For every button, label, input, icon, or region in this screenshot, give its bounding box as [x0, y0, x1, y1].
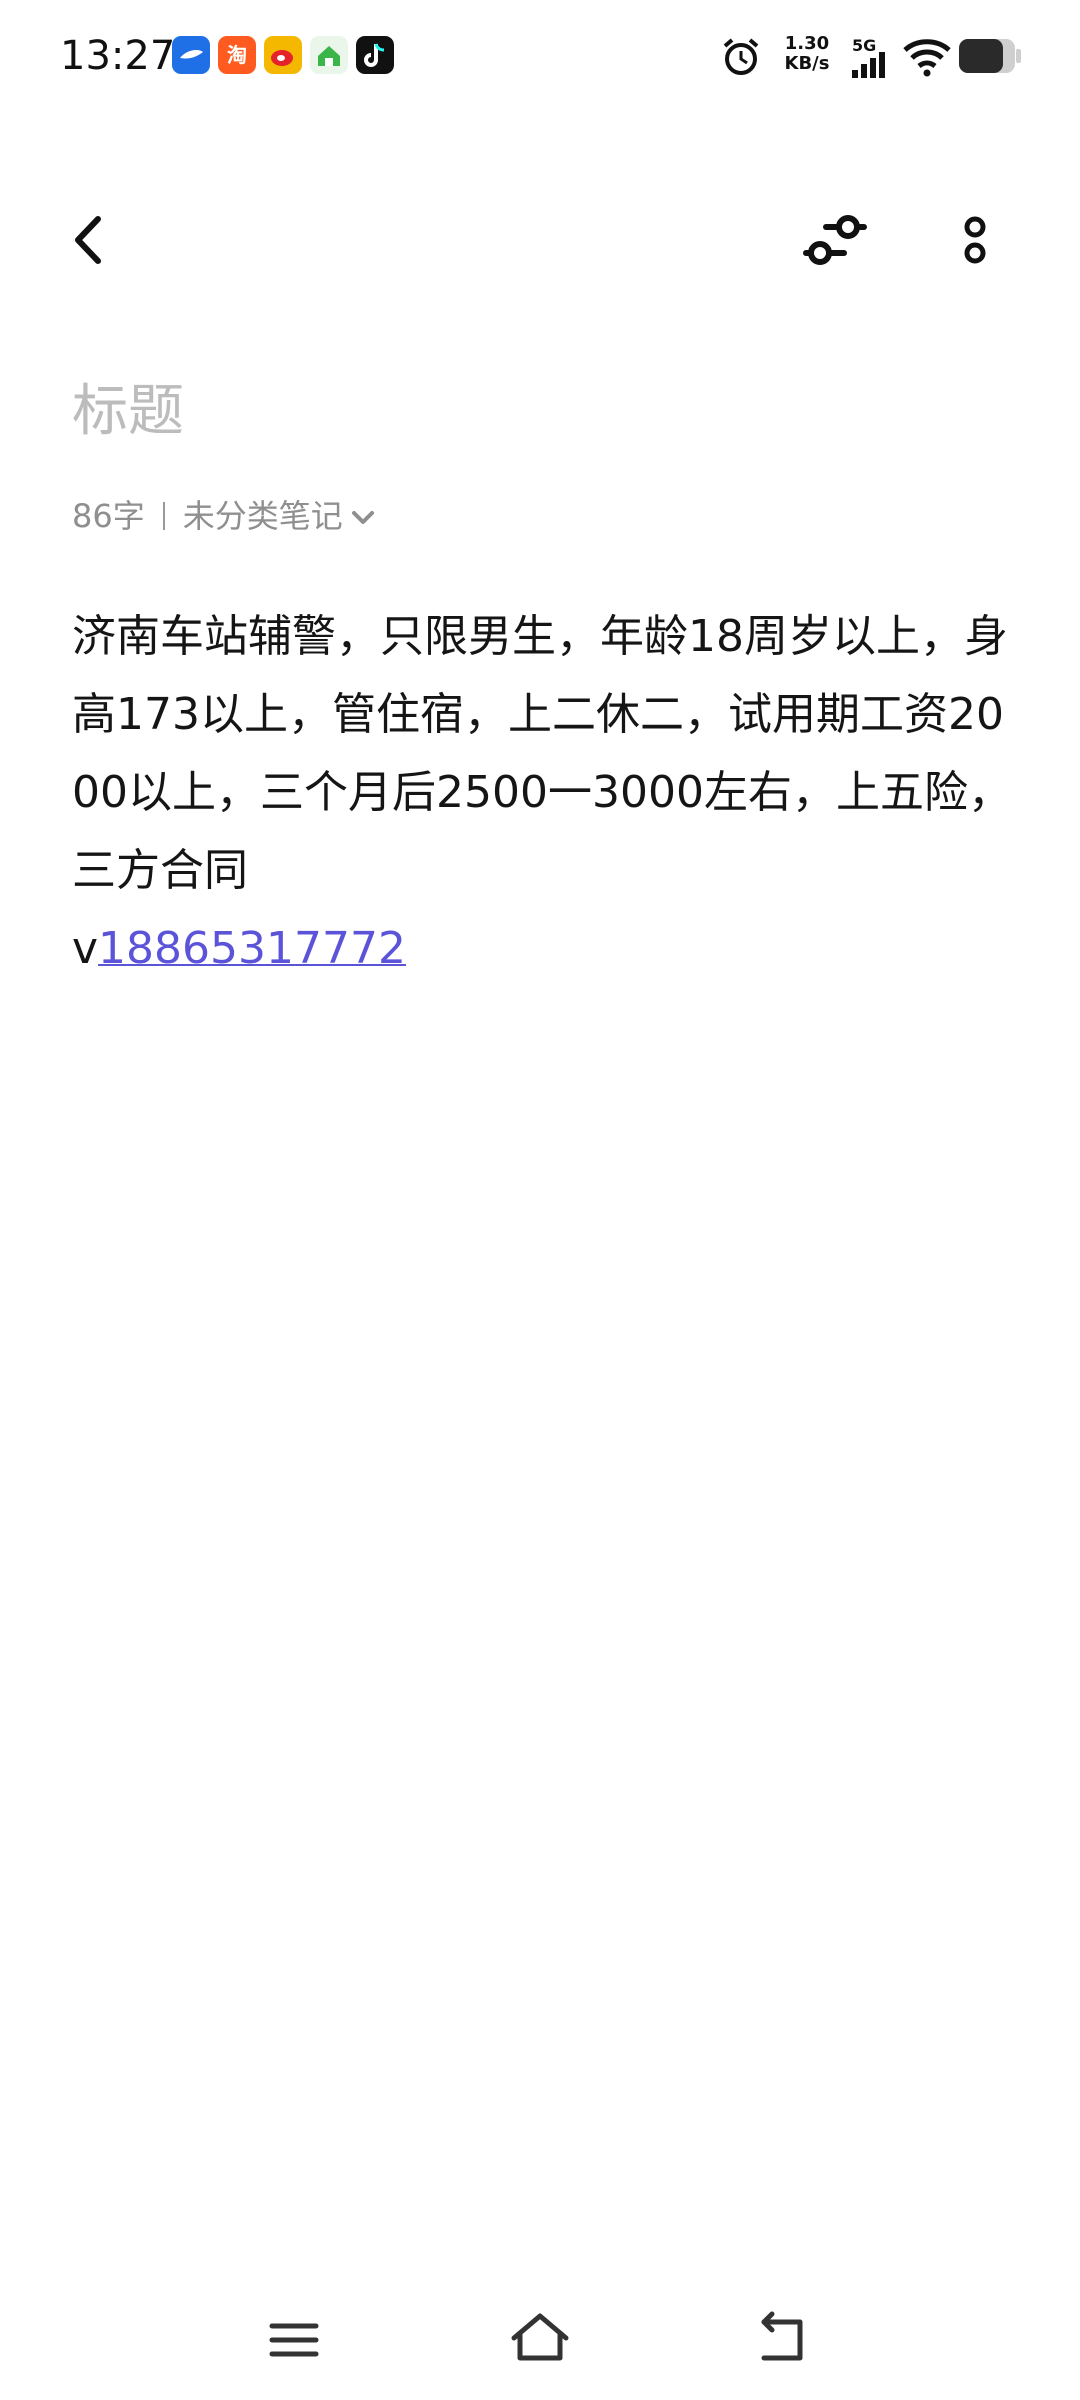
- network-speed-value: 1.30: [784, 33, 830, 54]
- weibo-icon: [264, 36, 302, 74]
- network-speed: 1.30 KB/s: [772, 34, 842, 74]
- phone-number-link[interactable]: 18865317772: [98, 923, 406, 974]
- tiktok-icon: [356, 36, 394, 74]
- home-app-icon: [310, 36, 348, 74]
- home-button[interactable]: [500, 2300, 580, 2380]
- more-vertical-icon: [964, 216, 986, 264]
- note-toolbar: [0, 180, 1080, 300]
- signal-icon: [852, 52, 885, 78]
- status-time: 13:27: [60, 33, 176, 79]
- more-options-button[interactable]: [940, 205, 1010, 275]
- chevron-down-icon: [351, 511, 374, 524]
- category-selector[interactable]: 未分类笔记: [183, 486, 377, 546]
- recent-apps-button[interactable]: [254, 2300, 334, 2380]
- back-button[interactable]: [60, 205, 120, 275]
- note-body[interactable]: 济南车站辅警，只限男生，年龄18周岁以上，身高173以上，管住宿，上二休二，试用…: [72, 598, 1022, 988]
- taobao-icon: 淘: [218, 36, 256, 74]
- note-body-text: 济南车站辅警，只限男生，年龄18周岁以上，身高173以上，管住宿，上二休二，试用…: [72, 611, 1012, 896]
- back-gesture-icon: [761, 2311, 803, 2361]
- network-speed-unit: KB/s: [784, 53, 830, 74]
- back-arrow-icon: [75, 216, 101, 264]
- category-label: 未分类笔记: [182, 497, 343, 535]
- status-bar: 13:27 淘 1.30 KB/s 5G: [0, 0, 1080, 110]
- screen: 13:27 淘 1.30 KB/s 5G 标题 86字 未分类笔记 济南车站辅警…: [0, 0, 1080, 2400]
- system-back-button[interactable]: [742, 2300, 822, 2380]
- battery-icon: [959, 39, 1021, 73]
- blue-app-icon: [172, 36, 210, 74]
- wifi-icon: [903, 39, 951, 77]
- meta-divider: [162, 502, 165, 530]
- word-count: 86字: [72, 497, 145, 535]
- sliders-icon: [803, 215, 867, 265]
- note-title-field[interactable]: 标题: [72, 372, 184, 452]
- contact-prefix: v: [72, 923, 99, 974]
- note-style-button[interactable]: [800, 205, 870, 275]
- note-meta: 86字 未分类笔记: [72, 486, 377, 546]
- taobao-glyph: 淘: [227, 43, 247, 67]
- home-icon: [511, 2313, 569, 2361]
- alarm-icon: [723, 38, 759, 75]
- system-navigation-bar: [0, 2280, 1080, 2400]
- menu-icon: [269, 2323, 319, 2357]
